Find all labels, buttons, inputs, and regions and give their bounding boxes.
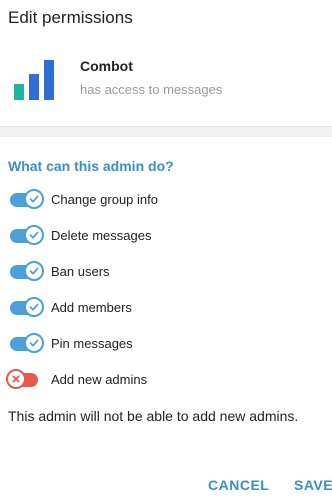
- check-icon: [29, 231, 39, 239]
- permission-add-members[interactable]: Add members: [0, 295, 332, 323]
- toggle-switch[interactable]: [6, 369, 38, 389]
- permission-label: Delete messages: [51, 228, 152, 243]
- cancel-button[interactable]: CANCEL: [208, 477, 269, 493]
- toggle-switch[interactable]: [10, 333, 44, 353]
- permission-pin-messages[interactable]: Pin messages: [0, 331, 332, 359]
- permission-change-group-info[interactable]: Change group info: [0, 187, 332, 215]
- toggle-switch[interactable]: [10, 189, 44, 209]
- permission-label: Change group info: [51, 192, 158, 207]
- toggle-switch[interactable]: [10, 297, 44, 317]
- admin-note: This admin will not be able to add new a…: [8, 408, 299, 424]
- bot-name: Combot: [80, 58, 133, 74]
- bot-info: Combot has access to messages: [0, 46, 332, 122]
- permission-label: Add new admins: [51, 372, 148, 387]
- permission-label: Ban users: [51, 264, 110, 279]
- permission-ban-users[interactable]: Ban users: [0, 259, 332, 287]
- section-title: What can this admin do?: [8, 158, 174, 174]
- check-icon: [29, 195, 39, 203]
- bot-status: has access to messages: [80, 82, 223, 97]
- check-icon: [29, 339, 39, 347]
- check-icon: [29, 303, 39, 311]
- toggle-switch[interactable]: [10, 261, 44, 281]
- bar-chart-icon: [14, 60, 54, 100]
- permission-label: Pin messages: [51, 336, 133, 351]
- dialog-title: Edit permissions: [8, 8, 133, 27]
- permission-label: Add members: [51, 300, 132, 315]
- permission-delete-messages[interactable]: Delete messages: [0, 223, 332, 251]
- save-button[interactable]: SAVE: [294, 477, 332, 493]
- check-icon: [29, 267, 39, 275]
- cross-icon: [12, 375, 20, 383]
- section-divider: [0, 126, 332, 137]
- toggle-switch[interactable]: [10, 225, 44, 245]
- permission-add-new-admins[interactable]: Add new admins: [0, 367, 332, 395]
